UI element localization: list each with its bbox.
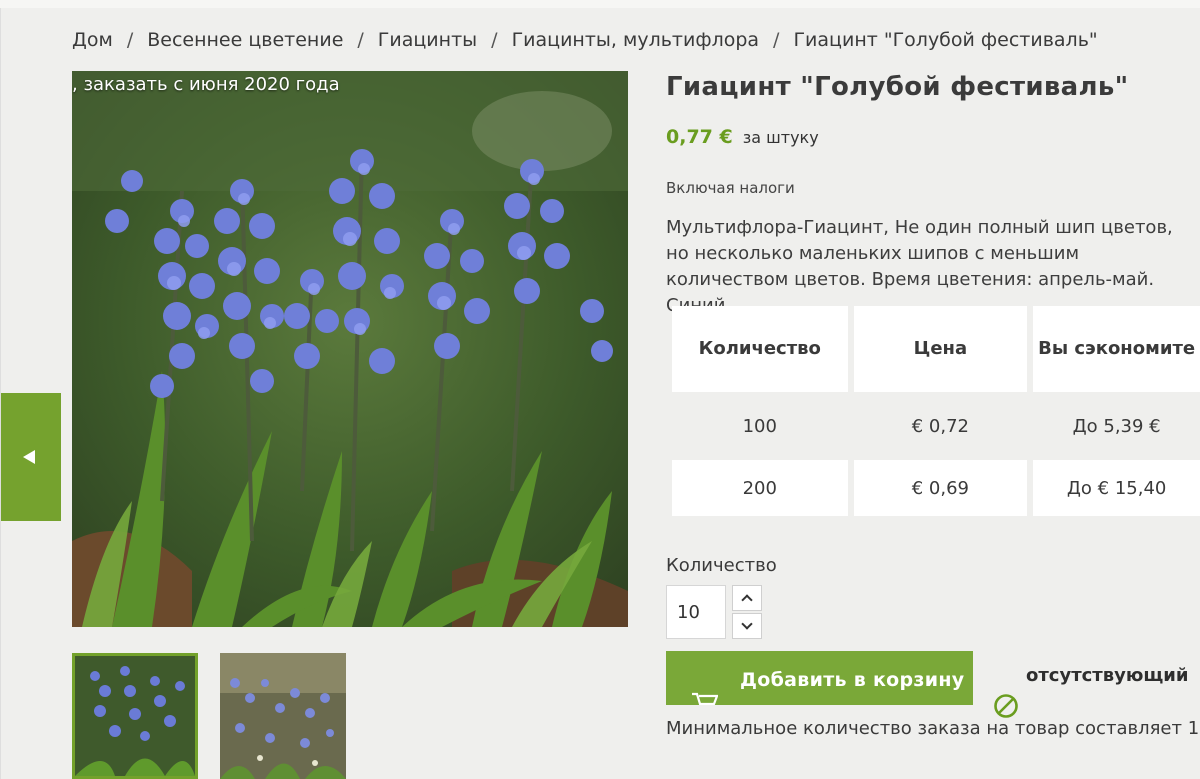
table-header-row: Количество Цена Вы сэкономите <box>672 306 1200 392</box>
breadcrumb-separator: / <box>491 29 498 51</box>
cell-quantity: 100 <box>672 398 848 454</box>
price-row: 0,77 € за штуку <box>666 126 819 148</box>
add-to-cart-label: Добавить в корзину <box>740 669 965 691</box>
add-to-cart-button[interactable]: Добавить в корзину <box>666 651 973 705</box>
breadcrumb-separator: / <box>773 29 780 51</box>
thumbnail-1-image <box>75 656 195 776</box>
previous-image-button[interactable] <box>1 393 61 521</box>
table-row: 100 € 0,72 До 5,39 € <box>672 398 1200 454</box>
breadcrumb-hyacinths[interactable]: Гиацинты <box>378 29 477 51</box>
header-savings: Вы сэкономите <box>1033 306 1200 392</box>
thumbnail-2[interactable] <box>220 653 346 779</box>
product-title: Гиацинт "Голубой фестиваль" <box>666 72 1129 102</box>
quantity-label: Количество <box>666 555 777 576</box>
cell-price: € 0,69 <box>853 460 1028 516</box>
breadcrumb-multiflora[interactable]: Гиацинты, мультифлора <box>512 29 759 51</box>
breadcrumb-separator: / <box>126 29 134 51</box>
unavailable-icon <box>994 694 1018 718</box>
quantity-field[interactable] <box>666 585 726 639</box>
volume-discount-table: Количество Цена Вы сэкономите 100 € 0,72… <box>666 300 1200 522</box>
tax-note: Включая налоги <box>666 179 795 197</box>
stock-status: отсутствующий <box>1026 665 1189 686</box>
thumbnail-2-image <box>220 653 346 779</box>
hyacinth-photo <box>72 71 628 627</box>
chevron-down-icon <box>741 618 753 630</box>
price-unit: за штуку <box>742 128 819 147</box>
cell-savings: До 5,39 € <box>1033 398 1200 454</box>
top-edge <box>0 0 1200 8</box>
quantity-decrease-button[interactable] <box>732 613 762 639</box>
breadcrumb-spring-bloom[interactable]: Весеннее цветение <box>147 29 343 51</box>
header-quantity: Количество <box>672 306 848 392</box>
header-price: Цена <box>853 306 1028 392</box>
arrow-left-icon <box>23 450 35 464</box>
breadcrumb-current: Гиацинт "Голубой фестиваль" <box>793 29 1098 51</box>
product-main-image[interactable]: , заказать с июня 2020 года <box>72 71 628 627</box>
unit-price: 0,77 € <box>666 126 733 148</box>
minimum-order-note: Минимальное количество заказа на товар с… <box>666 718 1200 739</box>
breadcrumb-separator: / <box>357 29 364 51</box>
cell-price: € 0,72 <box>853 398 1028 454</box>
table-row: 200 € 0,69 До € 15,40 <box>672 460 1200 516</box>
cart-icon <box>692 692 718 705</box>
cell-savings: До € 15,40 <box>1033 460 1200 516</box>
thumbnail-1[interactable] <box>72 653 198 779</box>
image-caption: , заказать с июня 2020 года <box>72 74 340 95</box>
chevron-up-icon <box>741 594 753 606</box>
quantity-increase-button[interactable] <box>732 585 762 611</box>
cell-quantity: 200 <box>672 460 848 516</box>
breadcrumb: Дом / Весеннее цветение / Гиацинты / Гиа… <box>72 26 1098 54</box>
breadcrumb-home[interactable]: Дом <box>72 29 113 51</box>
